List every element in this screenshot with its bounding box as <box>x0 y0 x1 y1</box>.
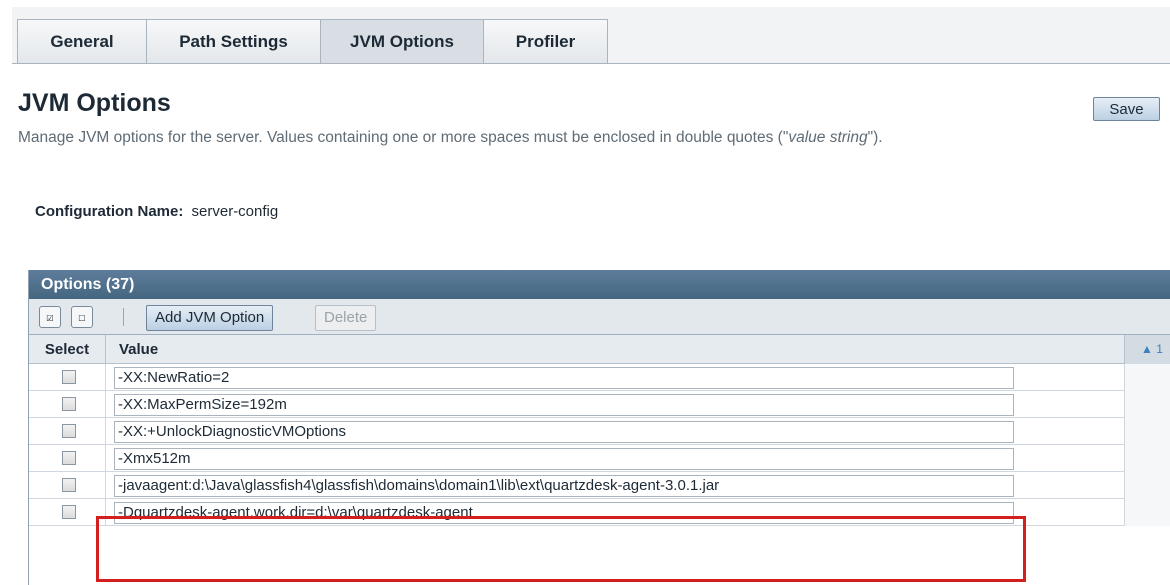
row-select-cell <box>29 418 106 445</box>
options-table: Options (37) ☑ ☐ Add JVM Option Delete S… <box>28 270 1170 585</box>
table-header-row: Select Value ▲ 1 <box>29 335 1170 364</box>
column-header-value[interactable]: Value <box>107 335 1127 364</box>
table-toolbar: ☑ ☐ Add JVM Option Delete <box>29 299 1170 335</box>
column-header-select[interactable]: Select <box>29 335 106 364</box>
sort-order: 1 <box>1156 342 1163 356</box>
tab-path-settings[interactable]: Path Settings <box>146 19 320 64</box>
row-spacer <box>1124 472 1170 499</box>
tab-bar: General Path Settings JVM Options Profil… <box>0 0 1170 70</box>
select-all-icon[interactable]: ☑ <box>39 306 61 328</box>
configuration-name-value: server-config <box>191 203 279 220</box>
row-checkbox[interactable] <box>62 478 76 492</box>
help-text-example: value string <box>788 129 868 146</box>
row-select-cell <box>29 472 106 499</box>
table-row: -javaagent:d:\Java\glassfish4\glassfish\… <box>29 472 1170 499</box>
help-text: Manage JVM options for the server. Value… <box>18 128 1158 148</box>
option-value-input[interactable]: -Xmx512m <box>114 448 1014 470</box>
row-spacer <box>1124 364 1170 391</box>
page-title: JVM Options <box>18 89 171 117</box>
option-value-input[interactable]: -Dquartzdesk-agent.work.dir=d:\var\quart… <box>114 502 1014 524</box>
option-value-input[interactable]: -XX:+UnlockDiagnosticVMOptions <box>114 421 1014 443</box>
row-checkbox[interactable] <box>62 397 76 411</box>
table-row: -XX:NewRatio=2 <box>29 364 1170 391</box>
option-value-input[interactable]: -XX:MaxPermSize=192m <box>114 394 1014 416</box>
tab-general[interactable]: General <box>17 19 146 64</box>
row-select-cell <box>29 499 106 526</box>
row-spacer <box>1124 499 1170 526</box>
row-select-cell <box>29 445 106 472</box>
add-jvm-option-button[interactable]: Add JVM Option <box>146 305 274 331</box>
sort-up-icon: ▲ <box>1141 342 1153 356</box>
help-text-suffix: "). <box>867 129 883 146</box>
configuration-name: Configuration Name: server-config <box>35 203 278 220</box>
deselect-all-icon[interactable]: ☐ <box>71 306 93 328</box>
row-spacer <box>1124 445 1170 472</box>
table-row: -Xmx512m <box>29 445 1170 472</box>
table-row: -Dquartzdesk-agent.work.dir=d:\var\quart… <box>29 499 1170 526</box>
sort-indicator[interactable]: ▲ 1 <box>1124 335 1170 364</box>
row-checkbox[interactable] <box>62 424 76 438</box>
tab-profiler[interactable]: Profiler <box>483 19 608 64</box>
table-title: Options (37) <box>29 270 1170 299</box>
table-row: -XX:MaxPermSize=192m <box>29 391 1170 418</box>
row-spacer <box>1124 391 1170 418</box>
option-value-input[interactable]: -XX:NewRatio=2 <box>114 367 1014 389</box>
save-button[interactable]: Save <box>1093 97 1160 121</box>
row-select-cell <box>29 364 106 391</box>
row-spacer <box>1124 418 1170 445</box>
row-checkbox[interactable] <box>62 370 76 384</box>
tabs: General Path Settings JVM Options Profil… <box>17 19 608 64</box>
help-text-prefix: Manage JVM options for the server. Value… <box>18 129 789 146</box>
row-checkbox[interactable] <box>62 451 76 465</box>
row-checkbox[interactable] <box>62 505 76 519</box>
table-row: -XX:+UnlockDiagnosticVMOptions <box>29 418 1170 445</box>
table-rows: -XX:NewRatio=2 -XX:MaxPermSize=192m -XX:… <box>29 364 1170 526</box>
option-value-input[interactable]: -javaagent:d:\Java\glassfish4\glassfish\… <box>114 475 1014 497</box>
configuration-name-label: Configuration Name: <box>35 203 184 220</box>
tab-jvm-options[interactable]: JVM Options <box>320 19 483 64</box>
row-select-cell <box>29 391 106 418</box>
toolbar-separator <box>123 308 124 326</box>
delete-button[interactable]: Delete <box>315 305 377 331</box>
